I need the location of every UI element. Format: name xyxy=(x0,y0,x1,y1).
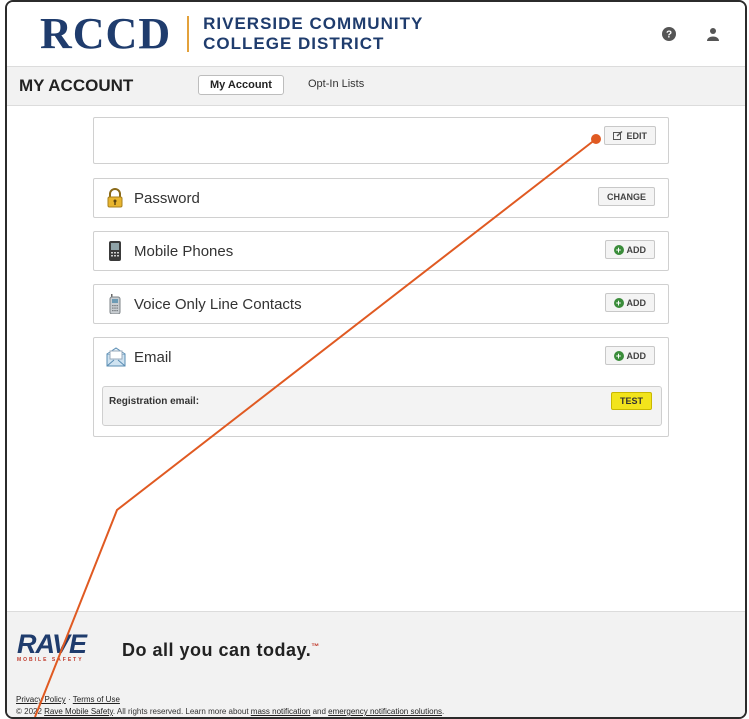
annotation-dot xyxy=(591,134,601,144)
annotation-arrow-path xyxy=(34,138,597,717)
annotation-overlay xyxy=(34,134,601,717)
